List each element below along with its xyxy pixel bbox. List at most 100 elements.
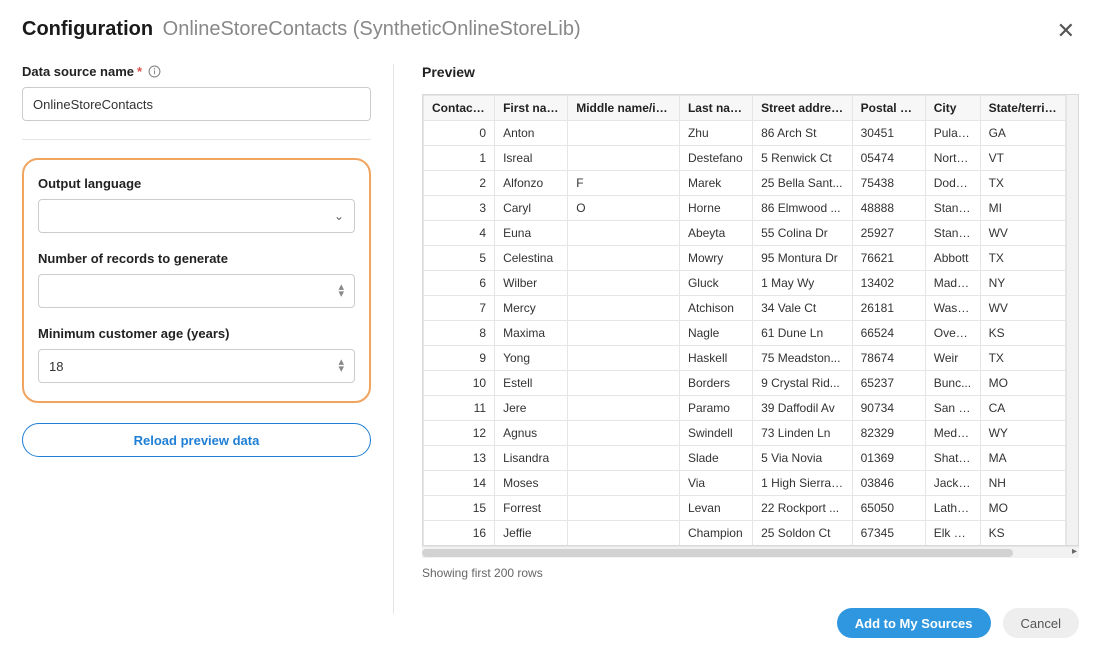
table-cell: KS [980, 521, 1065, 546]
table-row[interactable]: 4EunaAbeyta55 Colina Dr25927Stana...WV [424, 221, 1066, 246]
table-cell: 25 Bella Sant... [753, 171, 853, 196]
table-cell: Isreal [495, 146, 568, 171]
cancel-button[interactable]: Cancel [1003, 608, 1079, 638]
info-icon[interactable] [148, 65, 161, 78]
table-cell [568, 371, 680, 396]
table-cell: Dodd ... [925, 171, 980, 196]
vertical-scrollbar[interactable] [1066, 95, 1078, 545]
preview-heading: Preview [422, 64, 1079, 80]
table-cell: Paramo [679, 396, 752, 421]
column-header[interactable]: Postal code [852, 96, 925, 121]
table-cell: Latham [925, 496, 980, 521]
table-cell: Overb... [925, 321, 980, 346]
table-cell: 2 [424, 171, 495, 196]
table-row[interactable]: 12AgnusSwindell73 Linden Ln82329Medic...… [424, 421, 1066, 446]
table-row[interactable]: 5CelestinaMowry95 Montura Dr76621AbbottT… [424, 246, 1066, 271]
table-cell: 9 Crystal Rid... [753, 371, 853, 396]
table-cell: MO [980, 371, 1065, 396]
table-cell [568, 321, 680, 346]
table-cell: 66524 [852, 321, 925, 346]
table-row[interactable]: 10EstellBorders9 Crystal Rid...65237Bunc… [424, 371, 1066, 396]
column-header[interactable]: Contact id [424, 96, 495, 121]
data-source-name-input[interactable] [22, 87, 371, 121]
output-language-select[interactable]: ⌄ [38, 199, 355, 233]
table-cell: Abeyta [679, 221, 752, 246]
label-text: Data source name [22, 64, 134, 79]
table-cell [568, 121, 680, 146]
table-cell: 86 Arch St [753, 121, 853, 146]
table-cell [568, 496, 680, 521]
horizontal-scrollbar[interactable]: ▸ [422, 546, 1079, 558]
table-cell: Yong [495, 346, 568, 371]
page-title: Configuration OnlineStoreContacts (Synth… [22, 18, 581, 41]
add-to-sources-button[interactable]: Add to My Sources [837, 608, 991, 638]
table-row[interactable]: 8MaximaNagle61 Dune Ln66524Overb...KS [424, 321, 1066, 346]
table-cell: Horne [679, 196, 752, 221]
table-cell: 86 Elmwood ... [753, 196, 853, 221]
table-row[interactable]: 14MosesVia1 High Sierra ...03846Jacks...… [424, 471, 1066, 496]
chevron-down-icon: ⌄ [334, 209, 344, 223]
table-cell: Agnus [495, 421, 568, 446]
table-row[interactable]: 3CarylOHorne86 Elmwood ...48888StantonMI [424, 196, 1066, 221]
table-cell: MA [980, 446, 1065, 471]
table-cell: 8 [424, 321, 495, 346]
table-cell: 25 Soldon Ct [753, 521, 853, 546]
table-cell [568, 471, 680, 496]
table-cell: NH [980, 471, 1065, 496]
table-cell: Lisandra [495, 446, 568, 471]
table-cell: 5 Via Novia [753, 446, 853, 471]
table-cell [568, 421, 680, 446]
table-cell: Mowry [679, 246, 752, 271]
table-cell: F [568, 171, 680, 196]
column-header[interactable]: Street address [753, 96, 853, 121]
table-row[interactable]: 9YongHaskell75 Meadston...78674WeirTX [424, 346, 1066, 371]
min-age-value: 18 [49, 359, 63, 374]
table-row[interactable]: 6WilberGluck1 May Wy13402Madis...NY [424, 271, 1066, 296]
table-cell: Jere [495, 396, 568, 421]
table-row[interactable]: 11JereParamo39 Daffodil Av90734San P...C… [424, 396, 1066, 421]
close-icon[interactable]: ✕ [1053, 18, 1079, 44]
table-cell: Caryl [495, 196, 568, 221]
num-records-stepper[interactable]: ▴▾ [38, 274, 355, 308]
table-cell: TX [980, 246, 1065, 271]
table-row[interactable]: 16JeffieChampion25 Soldon Ct67345Elk Fa.… [424, 521, 1066, 546]
column-header[interactable]: First name [495, 96, 568, 121]
column-header[interactable]: City [925, 96, 980, 121]
table-cell: TX [980, 346, 1065, 371]
table-cell: Zhu [679, 121, 752, 146]
dialog-footer: Add to My Sources Cancel [837, 608, 1079, 638]
table-cell: Celestina [495, 246, 568, 271]
table-row[interactable]: 15ForrestLevan22 Rockport ...65050Latham… [424, 496, 1066, 521]
table-cell: 05474 [852, 146, 925, 171]
scroll-right-icon[interactable]: ▸ [1072, 546, 1077, 557]
stepper-icon: ▴▾ [338, 284, 344, 298]
scrollbar-thumb[interactable] [422, 549, 1013, 557]
table-row[interactable]: 2AlfonzoFMarek25 Bella Sant...75438Dodd … [424, 171, 1066, 196]
table-cell: 73 Linden Ln [753, 421, 853, 446]
table-row[interactable]: 0AntonZhu86 Arch St30451PulaskiGA [424, 121, 1066, 146]
preview-table-scroll[interactable]: Contact idFirst nameMiddle name/initialL… [423, 95, 1066, 545]
min-age-stepper[interactable]: 18 ▴▾ [38, 349, 355, 383]
table-cell: Maxima [495, 321, 568, 346]
table-row[interactable]: 1IsrealDestefano5 Renwick Ct05474North..… [424, 146, 1066, 171]
table-cell: Levan [679, 496, 752, 521]
table-cell: Haskell [679, 346, 752, 371]
table-cell: Madis... [925, 271, 980, 296]
table-cell [568, 246, 680, 271]
table-row[interactable]: 13LisandraSlade5 Via Novia01369Shatt...M… [424, 446, 1066, 471]
table-cell: 55 Colina Dr [753, 221, 853, 246]
table-cell [568, 296, 680, 321]
column-header[interactable]: Middle name/initial [568, 96, 680, 121]
num-records-label: Number of records to generate [38, 251, 355, 266]
table-row[interactable]: 7MercyAtchison34 Vale Ct26181Washi...WV [424, 296, 1066, 321]
column-header[interactable]: Last name [679, 96, 752, 121]
table-cell: Moses [495, 471, 568, 496]
preview-table-viewport: Contact idFirst nameMiddle name/initialL… [422, 94, 1079, 546]
table-cell: Borders [679, 371, 752, 396]
reload-preview-button[interactable]: Reload preview data [22, 423, 371, 457]
column-header[interactable]: State/territory [980, 96, 1065, 121]
table-cell: 61 Dune Ln [753, 321, 853, 346]
divider [22, 139, 371, 140]
table-cell: Wilber [495, 271, 568, 296]
table-cell: Anton [495, 121, 568, 146]
